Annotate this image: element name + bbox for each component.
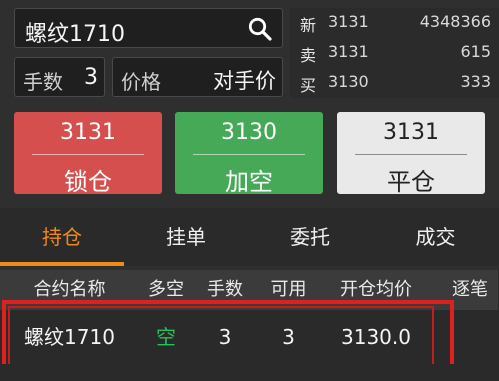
tab-orders[interactable]: 委托	[248, 208, 372, 266]
quote-row-ask: 卖 3131 615	[290, 40, 499, 65]
quote-volume: 333	[460, 72, 491, 91]
tab-positions[interactable]: 持仓	[0, 208, 124, 266]
close-price: 3131	[383, 120, 439, 145]
price-field[interactable]: 价格 对手价	[112, 57, 283, 97]
button-divider	[355, 154, 467, 155]
quote-volume: 615	[460, 42, 491, 61]
contract-search-value: 螺纹1710	[25, 22, 125, 47]
add-short-price: 3130	[221, 120, 277, 145]
search-icon[interactable]	[246, 15, 274, 43]
quantity-label: 手数	[23, 70, 63, 94]
button-divider	[193, 154, 305, 155]
quantity-value: 3	[84, 65, 98, 90]
quote-key: 卖	[300, 46, 317, 65]
quote-key: 新	[300, 16, 317, 35]
lock-price: 3131	[60, 120, 116, 145]
tab-bar: 持仓 挂单 委托 成交	[0, 208, 499, 266]
active-tab-indicator	[0, 262, 124, 266]
price-value: 对手价	[213, 69, 276, 93]
tab-pending[interactable]: 挂单	[124, 208, 248, 266]
lock-position-button[interactable]: 3131 锁仓	[14, 112, 162, 196]
button-divider	[32, 154, 144, 155]
quote-row-bid: 买 3130 333	[290, 70, 499, 95]
quote-price: 3131	[328, 42, 369, 61]
quote-row-last: 新 3131 4348366	[290, 10, 499, 35]
price-label: 价格	[121, 70, 161, 94]
add-short-button[interactable]: 3130 加空	[175, 112, 323, 196]
quote-price: 3130	[328, 72, 369, 91]
quote-price: 3131	[328, 12, 369, 31]
close-label: 平仓	[387, 168, 435, 196]
add-short-label: 加空	[225, 168, 273, 196]
quantity-field[interactable]: 手数 3	[14, 57, 105, 97]
close-position-button[interactable]: 3131 平仓	[337, 112, 485, 196]
lock-label: 锁仓	[64, 168, 112, 196]
tab-trades[interactable]: 成交	[372, 208, 499, 266]
quote-panel: 新 3131 4348366 卖 3131 615 买 3130 333	[290, 8, 499, 98]
bottom-filler	[0, 364, 499, 381]
row-highlight-inner-box	[8, 306, 434, 368]
quote-volume: 4348366	[419, 12, 491, 31]
contract-search-field[interactable]: 螺纹1710	[14, 8, 283, 48]
quote-key: 买	[300, 76, 317, 95]
